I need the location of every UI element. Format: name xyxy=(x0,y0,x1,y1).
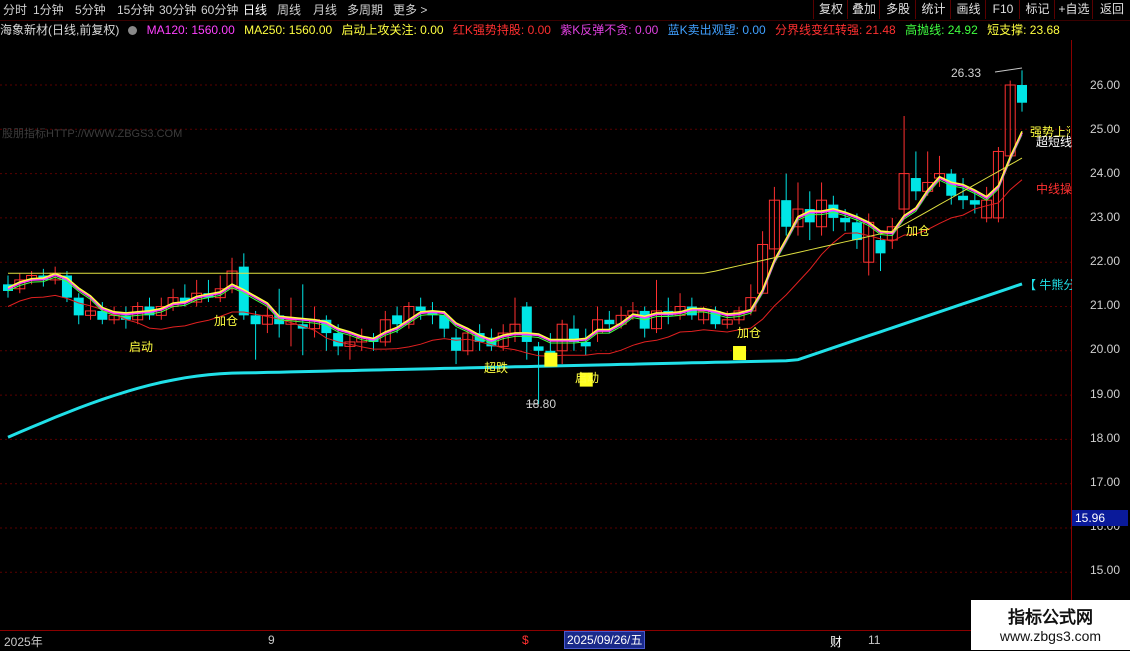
toolbar-button-5[interactable]: F10 xyxy=(985,0,1020,19)
period-tab-5[interactable]: 60分钟 xyxy=(201,2,238,18)
candle-body xyxy=(958,195,969,201)
toolbar-button-1[interactable]: 叠加 xyxy=(847,0,880,19)
toolbar-button-4[interactable]: 画线 xyxy=(950,0,986,19)
site-logo: 指标公式网 www.zbgs3.com xyxy=(971,600,1130,650)
red-k-value: 红K强势持股: 0.00 xyxy=(452,23,551,37)
period-tab-10[interactable]: 更多 > xyxy=(393,2,427,18)
period-tab-8[interactable]: 月线 xyxy=(313,2,337,18)
annotation-chaodi: 超跌 xyxy=(484,361,509,375)
candle-body xyxy=(1017,85,1027,103)
period-tab-9[interactable]: 多周期 xyxy=(347,2,383,18)
toolbar-button-2[interactable]: 多股 xyxy=(879,0,916,19)
period-tab-6[interactable]: 日线 xyxy=(243,2,267,18)
price-tick: 19.00 xyxy=(1090,387,1121,401)
boundary-value: 分界线变红转强: 21.48 xyxy=(775,23,896,37)
date-year: 2025年 xyxy=(4,635,43,649)
indicator-bar: 海象新材(日线,前复权) MA120: 1560.00 MA250: 1560.… xyxy=(0,21,1066,39)
annotation-high: 26.33 xyxy=(951,66,982,80)
annotation-mid-line: 中线操 xyxy=(1036,182,1072,196)
annotation-low: 18.80 xyxy=(526,397,557,411)
launch-value: 启动上攻关注: 0.00 xyxy=(341,23,444,37)
candle-body xyxy=(333,333,344,347)
date-month-9: 9 xyxy=(268,633,275,647)
ma250-value: MA250: 1560.00 xyxy=(244,23,333,37)
annotation-qidong-1: 启动 xyxy=(129,340,154,354)
signal-square xyxy=(544,352,558,367)
price-tick: 24.00 xyxy=(1090,166,1121,180)
date-month-11: 11 xyxy=(868,633,881,647)
toolbar: 分时 1分钟 5分钟 15分钟 30分钟 60分钟 日线 周线 月线 多周期 更多 > 复权 叠加 多股统… xyxy=(0,0,1130,21)
toolbar-button-0[interactable]: 复权 xyxy=(813,0,848,19)
candle-body xyxy=(851,222,862,241)
logo-title: 指标公式网 xyxy=(1008,608,1093,627)
annotation-jiacang-2: 加仓 xyxy=(737,326,762,340)
candle-body xyxy=(73,297,84,316)
stock-title[interactable]: 海象新材(日线,前复权) xyxy=(0,23,119,37)
annotation-qidong-2: 启动 xyxy=(575,371,600,385)
finance-marker: 财 xyxy=(830,635,843,649)
candle-body xyxy=(910,178,921,192)
price-tick: 21.00 xyxy=(1090,298,1121,312)
dollar-marker-icon: $ xyxy=(522,633,529,647)
price-tick: 17.00 xyxy=(1090,475,1121,489)
cursor-date: 2025/09/26/五 xyxy=(564,631,646,649)
period-tab-0[interactable]: 分时 xyxy=(3,2,27,18)
candle-body xyxy=(781,200,792,227)
price-tick: 26.00 xyxy=(1090,78,1121,92)
logo-url: www.zbgs3.com xyxy=(999,628,1102,644)
price-tick: 22.00 xyxy=(1090,254,1121,268)
watermark-text: 股朋指标HTTP://WWW.ZBGS3.COM xyxy=(2,128,183,140)
candle-body xyxy=(250,315,261,325)
blue-k-value: 蓝K卖出观望: 0.00 xyxy=(667,23,766,37)
upper-yellow-series xyxy=(8,157,1023,274)
short-support-value: 短支撑: 23.68 xyxy=(987,23,1060,37)
toolbar-button-7[interactable]: +自选 xyxy=(1054,0,1093,19)
price-tick: 23.00 xyxy=(1090,210,1121,224)
current-price-tag: 15.96 xyxy=(1072,510,1128,526)
toolbar-button-3[interactable]: 统计 xyxy=(915,0,951,19)
signal-square xyxy=(733,346,747,361)
candle-body xyxy=(533,346,544,351)
period-tab-7[interactable]: 周线 xyxy=(277,2,301,18)
period-tab-2[interactable]: 5分钟 xyxy=(75,2,106,18)
candle-body xyxy=(604,319,615,325)
annotation-short-line: 超短线 xyxy=(1036,135,1072,149)
candle-body xyxy=(415,306,426,311)
annotation-jiacang-3: 加仓 xyxy=(906,224,931,238)
price-tick: 25.00 xyxy=(1090,122,1121,136)
period-tab-3[interactable]: 15分钟 xyxy=(117,2,154,18)
candle-body xyxy=(840,217,851,223)
period-tab-1[interactable]: 1分钟 xyxy=(33,2,64,18)
high-pointer xyxy=(994,67,1023,73)
price-tick: 18.00 xyxy=(1090,431,1121,445)
candle-body xyxy=(392,315,403,325)
candle-body xyxy=(875,240,886,254)
annotation-boundary: 【 牛熊分界 xyxy=(1024,278,1072,292)
price-tick: 15.00 xyxy=(1090,563,1121,577)
toolbar-button-8[interactable]: 返回 xyxy=(1092,0,1130,19)
gear-icon[interactable] xyxy=(128,26,138,36)
toolbar-button-6[interactable]: 标记 xyxy=(1019,0,1055,19)
purple-k-value: 紫K反弹不贪: 0.00 xyxy=(560,23,659,37)
annotation-jiacang-1: 加仓 xyxy=(214,314,239,328)
price-tick: 20.00 xyxy=(1090,342,1121,356)
candle-body xyxy=(969,200,980,205)
period-tab-4[interactable]: 30分钟 xyxy=(159,2,196,18)
ma120-value: MA120: 1560.00 xyxy=(146,23,235,37)
high-line-value: 高抛线: 24.92 xyxy=(905,23,978,37)
